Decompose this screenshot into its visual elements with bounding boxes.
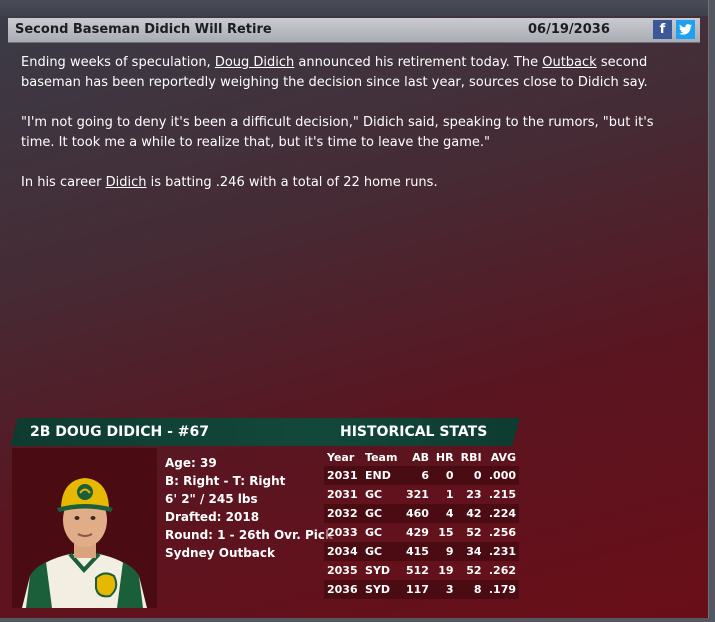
player-drafted: Drafted: 2018 (165, 510, 260, 524)
article-paragraph: Ending weeks of speculation, Doug Didich… (21, 53, 686, 93)
stat-rbi: 52 (456, 561, 485, 580)
stat-ab: 6 (401, 466, 432, 485)
stat-avg: .000 (484, 466, 519, 485)
stat-hr: 4 (431, 504, 457, 523)
stat-hr: 15 (431, 523, 457, 542)
player-name[interactable]: 2B DOUG DIDICH - #67 (30, 424, 209, 440)
stat-rbi: 52 (456, 523, 485, 542)
table-row: 2033 GC 429 15 52 .256 (324, 523, 519, 542)
stat-team: END (362, 466, 402, 485)
team-link[interactable]: Outback (542, 55, 596, 70)
stat-ab: 512 (401, 561, 432, 580)
stat-rbi: 34 (456, 542, 485, 561)
player-link[interactable]: Doug Didich (215, 55, 294, 70)
stat-avg: .179 (484, 580, 519, 599)
stat-ab: 460 (401, 504, 432, 523)
historical-stats-title: HISTORICAL STATS (340, 424, 488, 440)
news-headline: Second Baseman Didich Will Retire (15, 22, 272, 37)
article-text: announced his retirement today. The (294, 55, 543, 70)
player-photo (12, 448, 157, 608)
stat-rbi: 8 (456, 580, 485, 599)
stat-year: 2035 (324, 561, 363, 580)
facebook-icon[interactable]: f (653, 20, 672, 39)
player-draft-round: Round: 1 - 26th Ovr. Pick (165, 528, 333, 542)
window-top-frame (0, 0, 715, 16)
stat-avg: .231 (484, 542, 519, 561)
column-header: Year (327, 450, 355, 464)
player-card-header: 2B DOUG DIDICH - #67 HISTORICAL STATS (10, 418, 520, 446)
stat-hr: 19 (431, 561, 457, 580)
column-header: AVG (490, 450, 516, 464)
table-row: 2032 GC 460 4 42 .224 (324, 504, 519, 523)
stat-avg: .215 (484, 485, 519, 504)
column-header: AB (412, 450, 429, 464)
stat-team: GC (362, 485, 402, 504)
stat-hr: 3 (431, 580, 457, 599)
column-header: HR (435, 450, 454, 464)
historical-stats-table: Year Team AB HR RBI AVG 2031 END 6 0 0 .… (324, 448, 519, 599)
window-bottom-frame (0, 618, 715, 622)
stat-team: SYD (362, 561, 402, 580)
player-bio: Age: 39 B: Right - T: Right 6' 2" / 245 … (165, 454, 333, 562)
stat-avg: .262 (484, 561, 519, 580)
article-text: is batting .246 with a total of 22 home … (146, 175, 438, 190)
stat-year: 2031 (324, 466, 363, 485)
column-header: Team (365, 450, 398, 464)
stat-hr: 0 (431, 466, 457, 485)
stat-ab: 321 (401, 485, 432, 504)
stat-hr: 9 (431, 542, 457, 561)
stat-team: GC (362, 542, 402, 561)
table-row: 2035 SYD 512 19 52 .262 (324, 561, 519, 580)
stat-year: 2031 (324, 485, 363, 504)
player-age: Age: 39 (165, 456, 217, 470)
article-text: Ending weeks of speculation, (21, 55, 215, 70)
table-row: 2031 END 6 0 0 .000 (324, 466, 519, 485)
stat-year: 2036 (324, 580, 363, 599)
stat-ab: 415 (401, 542, 432, 561)
stat-ab: 429 (401, 523, 432, 542)
news-header-bar: Second Baseman Didich Will Retire 06/19/… (8, 18, 700, 42)
stat-ab: 117 (401, 580, 432, 599)
twitter-icon[interactable] (676, 20, 695, 39)
stat-team: SYD (362, 580, 402, 599)
stat-hr: 1 (431, 485, 457, 504)
stats-header-row: Year Team AB HR RBI AVG (324, 448, 519, 466)
player-height-weight: 6' 2" / 245 lbs (165, 492, 258, 506)
article-paragraph: In his career Didich is batting .246 wit… (21, 173, 686, 193)
table-row: 2036 SYD 117 3 8 .179 (324, 580, 519, 599)
stat-rbi: 42 (456, 504, 485, 523)
stat-rbi: 0 (456, 466, 485, 485)
stat-year: 2033 (324, 523, 363, 542)
news-article: Ending weeks of speculation, Doug Didich… (21, 53, 686, 213)
stat-rbi: 23 (456, 485, 485, 504)
stat-year: 2034 (324, 542, 363, 561)
player-team[interactable]: Sydney Outback (165, 544, 333, 562)
stat-team: GC (362, 504, 402, 523)
stat-team: GC (362, 523, 402, 542)
player-bats-throws: B: Right - T: Right (165, 474, 286, 488)
column-header: RBI (460, 450, 482, 464)
article-paragraph: "I'm not going to deny it's been a diffi… (21, 115, 654, 150)
player-link[interactable]: Didich (106, 175, 147, 190)
stat-year: 2032 (324, 504, 363, 523)
news-date: 06/19/2036 (528, 22, 610, 37)
stat-avg: .224 (484, 504, 519, 523)
window-scrollbar[interactable] (708, 0, 715, 622)
table-row: 2034 GC 415 9 34 .231 (324, 542, 519, 561)
table-row: 2031 GC 321 1 23 .215 (324, 485, 519, 504)
stat-avg: .256 (484, 523, 519, 542)
article-text: In his career (21, 175, 106, 190)
